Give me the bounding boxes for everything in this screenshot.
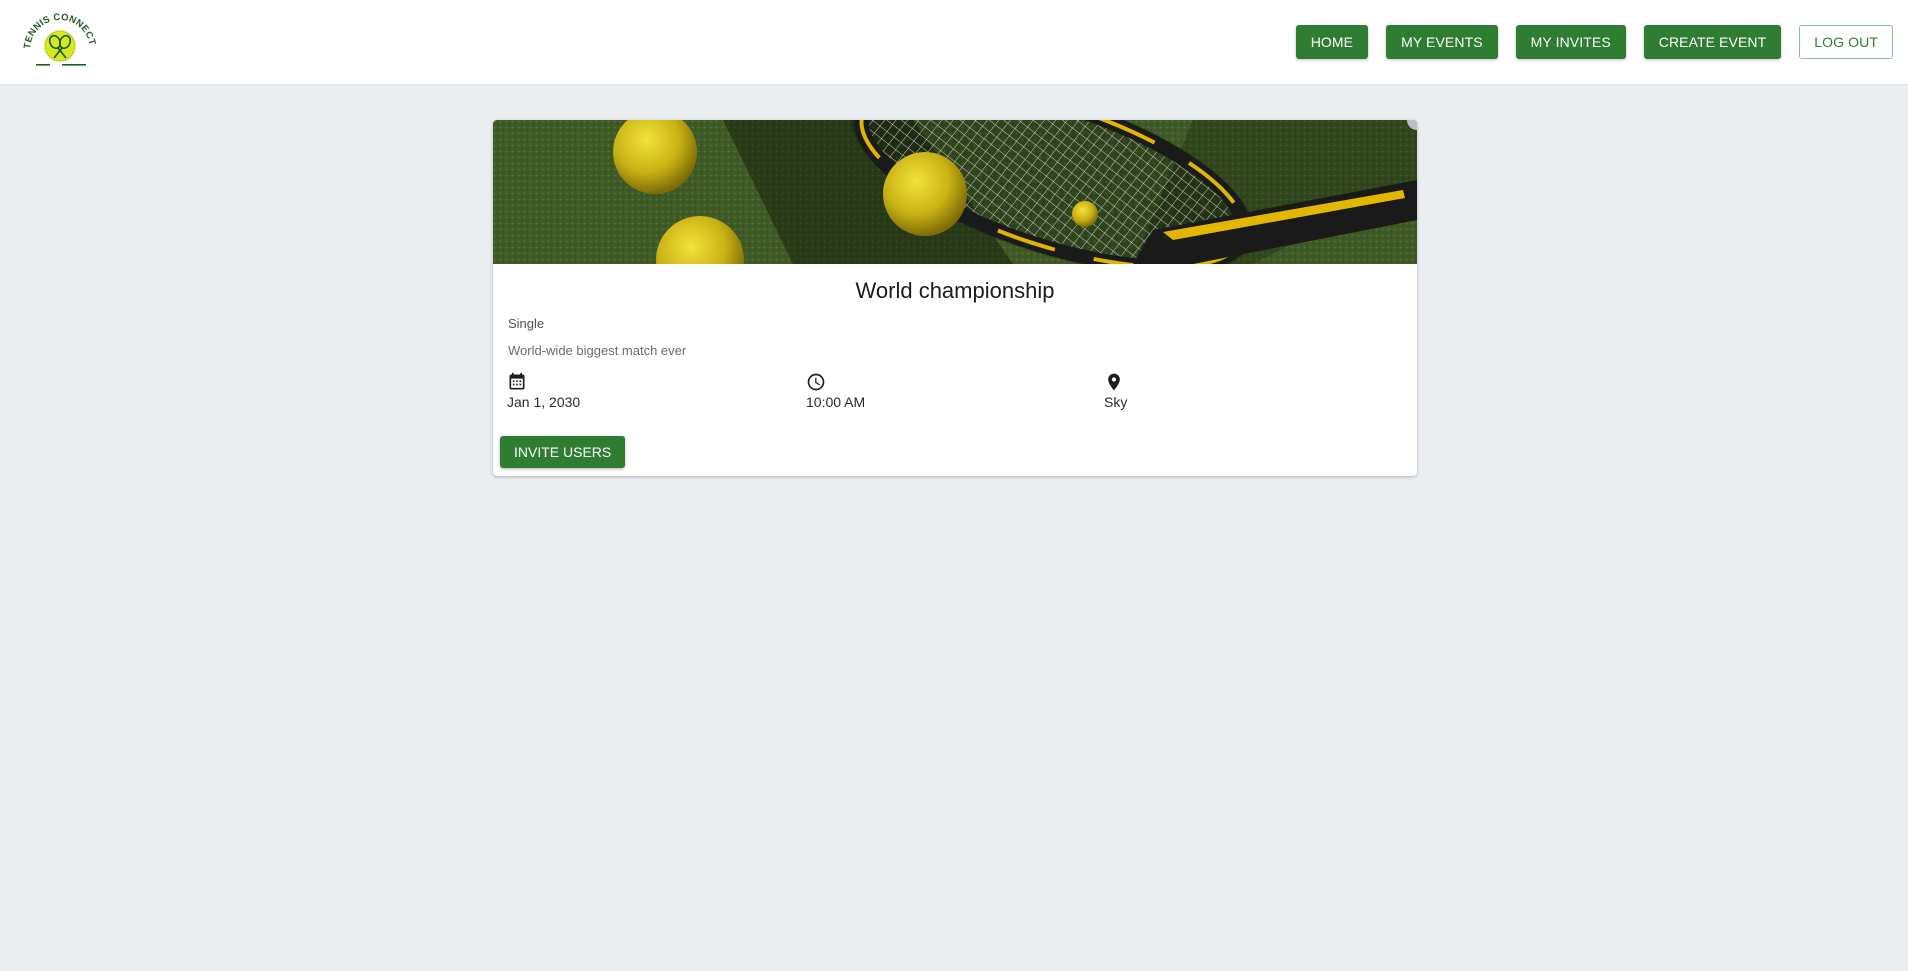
event-date-text: Jan 1, 2030 bbox=[507, 394, 581, 410]
clock-icon bbox=[807, 373, 825, 391]
event-time-text: 10:00 AM bbox=[806, 394, 866, 410]
my-events-button[interactable]: MY EVENTS bbox=[1386, 25, 1498, 59]
event-cover-image bbox=[493, 120, 1417, 264]
event-date: Jan 1, 2030 bbox=[507, 372, 580, 410]
event-description: World-wide biggest match ever bbox=[508, 343, 687, 358]
location-pin-icon bbox=[1108, 373, 1120, 391]
event-time: 10:00 AM bbox=[806, 372, 865, 410]
invite-users-button[interactable]: INVITE USERS bbox=[500, 436, 626, 468]
main-nav: HOME MY EVENTS MY INVITES CREATE EVENT L… bbox=[1295, 25, 1893, 59]
event-card: World championship Single World-wide big… bbox=[493, 120, 1417, 476]
event-type: Single bbox=[508, 316, 545, 331]
calendar-icon bbox=[509, 372, 525, 390]
event-location: Sky bbox=[1104, 372, 1127, 410]
tennis-connect-logo[interactable]: TENNIS CONNECT 360 bbox=[22, 6, 98, 72]
create-event-button[interactable]: CREATE EVENT bbox=[1643, 25, 1782, 59]
my-invites-button[interactable]: MY INVITES bbox=[1515, 25, 1626, 59]
event-title: World championship bbox=[855, 278, 1055, 303]
home-button[interactable]: HOME bbox=[1295, 25, 1369, 59]
log-out-button[interactable]: LOG OUT bbox=[1799, 25, 1893, 59]
event-location-text: Sky bbox=[1104, 394, 1128, 410]
top-navigation-bar: TENNIS CONNECT 360 HOME MY EVENTS MY INV… bbox=[0, 0, 1908, 84]
